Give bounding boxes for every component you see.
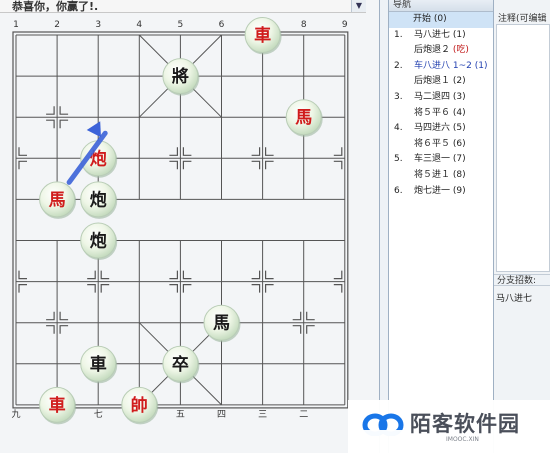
move-text: 马四进六 (5) <box>414 123 466 134</box>
column-number-top: 8 <box>301 20 307 30</box>
move-suffix: (吃) <box>450 45 469 56</box>
piece-label: 帥 <box>131 395 148 416</box>
xiangqi-board[interactable]: 123456789九七五四三二車將馬炮馬炮炮馬車卒車帥 <box>0 0 380 453</box>
move-text: 车八进八 1~2 (1) <box>414 60 488 71</box>
column-number-top: 3 <box>95 20 101 30</box>
move-text: 车三退一 (7) <box>414 154 466 165</box>
move-list-item[interactable]: 开始 (0) <box>389 12 493 28</box>
move-number: 4. <box>394 123 403 134</box>
column-number-top: 9 <box>342 20 348 30</box>
move-number: 6. <box>394 185 403 196</box>
piece-label: 車 <box>90 354 107 375</box>
move-list-item[interactable]: 5. 车三退一 (7) <box>389 152 493 168</box>
watermark: 陌客软件园 IMOOC.XIN <box>348 400 550 453</box>
move-list-item[interactable]: 4. 马四进六 (5) <box>389 121 493 137</box>
piece-label: 馬 <box>49 190 66 210</box>
move-list-item[interactable]: 2. 车八进八 1~2 (1) <box>389 59 493 75</box>
right-panel: 注释(可编辑 分支招数: 马八进七 <box>494 0 550 453</box>
column-number-bottom: 三 <box>258 410 267 420</box>
piece-label: 車 <box>254 25 271 46</box>
move-list-item[interactable]: 将６平５ (6) <box>389 137 493 153</box>
column-number-top: 5 <box>178 20 184 30</box>
move-list-item[interactable]: 将５进１ (8) <box>389 168 493 184</box>
nav-header: 导航 <box>389 0 493 12</box>
column-number-top: 6 <box>219 20 225 30</box>
move-number: 1. <box>394 29 403 40</box>
move-list-item[interactable]: 1. 马八进七 (1) <box>389 28 493 44</box>
watermark-logo-icon <box>362 413 404 436</box>
column-number-bottom: 七 <box>94 409 103 420</box>
column-number-bottom: 四 <box>217 410 226 420</box>
move-text: 马八进七 (1) <box>414 29 466 40</box>
watermark-subtitle: IMOOC.XIN <box>446 436 479 443</box>
move-text: 马二退四 (3) <box>414 91 466 102</box>
move-text: 将６平５ (6) <box>414 138 466 149</box>
move-text: 后炮退１ (2) <box>414 76 466 87</box>
piece-label: 馬 <box>213 314 230 334</box>
piece-label: 馬 <box>295 108 312 128</box>
piece-label: 車 <box>49 395 66 416</box>
board-panel: 123456789九七五四三二車將馬炮馬炮炮馬車卒車帥 恭喜你，你赢了!. ▼ <box>0 0 380 453</box>
move-number: 5. <box>394 154 403 165</box>
dropdown-arrow-icon[interactable]: ▼ <box>351 0 366 12</box>
column-number-bottom: 二 <box>299 410 308 420</box>
move-text: 后炮退２ (吃) <box>414 45 469 56</box>
column-number-bottom: 九 <box>11 409 20 420</box>
piece-label: 將 <box>172 66 189 87</box>
title-text: 恭喜你，你赢了!. <box>12 0 99 13</box>
piece-label: 炮 <box>90 189 107 210</box>
move-list: 开始 (0) 1. 马八进七 (1) 后炮退２ (吃) 2. 车八进八 1~2 (1) 后炮… <box>389 12 493 199</box>
column-number-top: 1 <box>13 20 19 30</box>
piece-label: 卒 <box>172 354 189 375</box>
watermark-title: 陌客软件园 <box>410 412 520 436</box>
comment-textarea[interactable] <box>496 24 550 272</box>
column-number-bottom: 五 <box>176 410 185 420</box>
branch-label: 分支招数: <box>494 274 550 286</box>
branch-move-item[interactable]: 马八进七 <box>496 291 532 304</box>
move-text: 炮七进一 (9) <box>414 185 466 196</box>
move-text: 将５进１ (8) <box>414 169 466 180</box>
column-number-top: 2 <box>54 20 60 30</box>
move-list-item[interactable]: 将５平６ (4) <box>389 106 493 122</box>
comment-header: 注释(可编辑 <box>498 14 547 24</box>
move-text: 将５平６ (4) <box>414 107 466 118</box>
move-number: 3. <box>394 91 403 102</box>
title-bar: 恭喜你，你赢了!. ▼ <box>0 0 366 13</box>
move-number: 2. <box>394 60 403 71</box>
column-number-top: 4 <box>136 20 142 30</box>
piece-label: 炮 <box>90 231 107 252</box>
move-list-item[interactable]: 后炮退１ (2) <box>389 74 493 90</box>
navigation-panel: 导航 开始 (0) 1. 马八进七 (1) 后炮退２ (吃) 2. 车八进八 1~2 (1… <box>388 0 494 453</box>
move-text: 开始 (0) <box>413 14 447 24</box>
move-list-item[interactable]: 3. 马二退四 (3) <box>389 90 493 106</box>
move-list-item[interactable]: 6. 炮七进一 (9) <box>389 184 493 200</box>
move-list-item[interactable]: 后炮退２ (吃) <box>389 43 493 59</box>
